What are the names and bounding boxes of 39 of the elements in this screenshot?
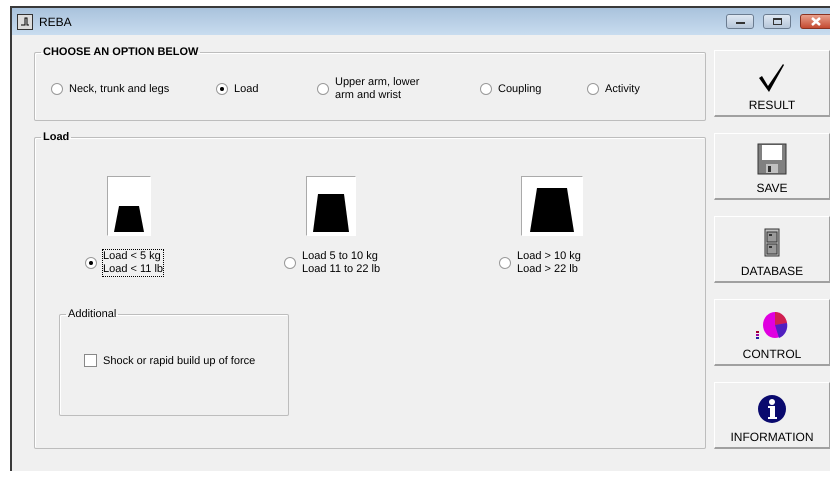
window-title: REBA [39,14,72,28]
option-label: Load < 5 kg Load < 11 lb [103,250,164,276]
radio-button[interactable] [499,257,511,269]
minimize-button[interactable] [726,14,754,29]
side-button[interactable]: INFORMATION [714,382,830,449]
radio-button[interactable] [480,83,492,95]
checkbox[interactable] [84,354,97,367]
group-title: Load [42,131,70,143]
option-label: Load 5 to 10 kg Load 11 to 22 lb [302,250,380,276]
side-button[interactable]: RESULT [714,50,830,117]
app-icon [17,14,33,30]
radio-button[interactable] [587,83,599,95]
option-label: Load [234,82,258,96]
group-title: CHOOSE AN OPTION BELOW [42,46,200,58]
option-label: Activity [605,82,640,96]
close-icon [810,17,820,26]
pie-chart-icon [755,311,789,341]
checkbox-label: Shock or rapid build up of force [103,354,256,366]
option-label: Upper arm, lower arm and wrist [335,76,420,102]
side-button[interactable]: SAVE [714,133,830,200]
maximize-button[interactable] [763,14,791,29]
info-icon [757,394,787,424]
group-title: Additional [67,308,118,320]
weight-icon [530,188,574,232]
radio-button[interactable] [216,83,228,95]
option-label: Load > 10 kg Load > 22 lb [517,250,581,276]
weight-icon [313,194,349,232]
radio-button[interactable] [85,257,97,269]
check-icon [757,62,787,92]
radio-button[interactable] [51,83,63,95]
side-button[interactable]: DATABASE [714,216,830,283]
option-label: Neck, trunk and legs [69,82,170,96]
weight-icon [114,206,144,232]
radio-button[interactable] [317,83,329,95]
radio-button[interactable] [284,257,296,269]
option-label: Coupling [498,82,542,96]
maximize-icon [772,18,782,25]
close-button[interactable] [800,14,830,29]
side-button[interactable]: CONTROL [714,299,830,366]
